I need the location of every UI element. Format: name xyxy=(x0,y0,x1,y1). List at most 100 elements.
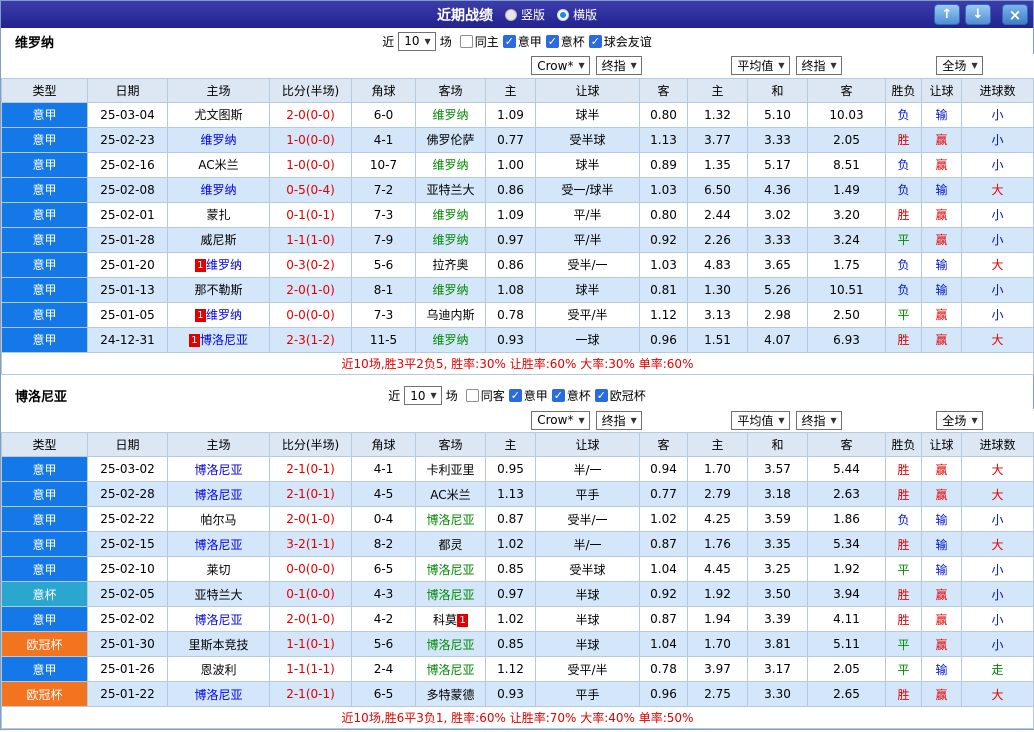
filter-checkbox[interactable]: 球会友谊 xyxy=(588,33,652,50)
win-lose-result-cell: 负 xyxy=(885,506,923,532)
euro-time-select[interactable]: 终指 xyxy=(795,56,842,76)
win-lose-result-cell: 胜 xyxy=(885,456,923,482)
team-name-link[interactable]: 亚特兰大 xyxy=(194,588,242,602)
filter-checkbox[interactable]: 意杯 xyxy=(545,33,585,50)
move-up-button[interactable]: ↑ xyxy=(934,4,960,25)
team-name-link[interactable]: 乌迪内斯 xyxy=(426,308,474,322)
checkbox-unchecked-icon[interactable] xyxy=(465,389,479,402)
filter-checkbox[interactable]: 同主 xyxy=(459,33,499,50)
win-lose-result-cell: 负 xyxy=(885,101,923,128)
team-name-link[interactable]: 博洛尼亚 xyxy=(426,638,474,652)
league-cell: 欧冠杯 xyxy=(1,631,88,657)
vertical-mode-radio[interactable]: 竖版 xyxy=(504,6,545,23)
scope-select[interactable]: 全场 xyxy=(936,56,983,76)
goals-result-cell: 小 xyxy=(961,506,1034,532)
filter-checkbox[interactable]: 意甲 xyxy=(502,33,542,50)
score-cell: 0-3(0-2) xyxy=(269,251,352,278)
team-name-link[interactable]: 亚特兰大 xyxy=(426,183,474,197)
away-team-cell: 维罗纳 xyxy=(415,201,486,228)
euro-company-select[interactable]: 平均值 xyxy=(731,410,790,430)
away-team-cell: 科莫 1 xyxy=(415,606,486,632)
team-name-link[interactable]: 维罗纳 xyxy=(200,183,236,197)
team-name-link[interactable]: 博洛尼亚 xyxy=(426,663,474,677)
team-name-link[interactable]: 博洛尼亚 xyxy=(200,333,248,347)
euro-away-odds-cell: 3.20 xyxy=(807,201,887,228)
close-button[interactable]: × xyxy=(1002,4,1028,25)
team-name-link[interactable]: 都灵 xyxy=(438,538,462,552)
team-name-link[interactable]: 维罗纳 xyxy=(432,208,468,222)
asia-company-value: Crow* xyxy=(537,413,574,428)
team-name-link[interactable]: 维罗纳 xyxy=(432,283,468,297)
recent-results-widget: 近期战绩 竖版 横版 ↑ ↓ × 维罗纳 近 10 场 同主意甲意杯球会友谊 xyxy=(0,0,1034,730)
team-name-link[interactable]: 恩波利 xyxy=(200,663,236,677)
team-name-link[interactable]: 维罗纳 xyxy=(432,233,468,247)
team-name-link[interactable]: 维罗纳 xyxy=(432,158,468,172)
asia-company-select[interactable]: Crow* xyxy=(531,56,590,76)
team-name-link[interactable]: 佛罗伦萨 xyxy=(426,133,474,147)
team-name-link[interactable]: 博洛尼亚 xyxy=(194,613,242,627)
radio-selected-icon[interactable] xyxy=(557,8,569,21)
checkbox-checked-icon[interactable] xyxy=(508,389,522,402)
score-cell: 3-2(1-1) xyxy=(269,531,352,557)
radio-unselected-icon[interactable] xyxy=(504,8,517,21)
asia-time-select[interactable]: 终指 xyxy=(595,56,642,76)
team-name-link[interactable]: 博洛尼亚 xyxy=(194,538,242,552)
checkbox-checked-icon[interactable] xyxy=(502,34,516,48)
team-name-link[interactable]: 维罗纳 xyxy=(432,333,468,347)
date-cell: 25-02-02 xyxy=(87,606,168,632)
team-name-link[interactable]: 维罗纳 xyxy=(432,108,468,122)
team-name-link[interactable]: 维罗纳 xyxy=(206,308,242,322)
filter-checkbox[interactable]: 意甲 xyxy=(508,387,548,404)
euro-time-select[interactable]: 终指 xyxy=(795,410,842,430)
team-name-link[interactable]: 拉齐奥 xyxy=(432,258,468,272)
corner-cell: 7-3 xyxy=(351,301,416,328)
checkbox-checked-icon[interactable] xyxy=(545,34,559,48)
filter-checkbox[interactable]: 意杯 xyxy=(551,387,591,404)
goals-result-cell: 小 xyxy=(961,101,1034,128)
column-header-11: 客 xyxy=(807,77,887,103)
checkbox-checked-icon[interactable] xyxy=(594,389,608,402)
away-team-cell: AC米兰 xyxy=(415,481,486,507)
team-name-link[interactable]: 科莫 xyxy=(433,613,457,627)
team-name-link[interactable]: 莱切 xyxy=(206,563,230,577)
team-name-link[interactable]: AC米兰 xyxy=(430,488,470,502)
team-name-link[interactable]: 博洛尼亚 xyxy=(194,688,242,702)
goals-result-cell: 小 xyxy=(961,126,1034,153)
match-count-select[interactable]: 10 xyxy=(398,31,436,51)
team-name-link[interactable]: 威尼斯 xyxy=(200,233,236,247)
euro-company-select[interactable]: 平均值 xyxy=(731,56,790,76)
checkbox-unchecked-icon[interactable] xyxy=(459,34,473,48)
team-name-link[interactable]: 博洛尼亚 xyxy=(426,588,474,602)
asia-time-select[interactable]: 终指 xyxy=(595,410,642,430)
score-cell: 0-5(0-4) xyxy=(269,176,352,203)
team-name-link[interactable]: 那不勒斯 xyxy=(194,283,242,297)
filter-checkbox[interactable]: 欧冠杯 xyxy=(594,387,646,404)
team-name-link[interactable]: 里斯本竞技 xyxy=(188,638,248,652)
move-down-button[interactable]: ↓ xyxy=(965,4,991,25)
team-name-link[interactable]: 博洛尼亚 xyxy=(426,513,474,527)
checkbox-checked-icon[interactable] xyxy=(588,34,602,48)
asia-away-odds-cell: 1.03 xyxy=(638,176,689,203)
away-team-cell: 维罗纳 xyxy=(415,101,486,128)
team-name-link[interactable]: 蒙扎 xyxy=(206,208,230,222)
scope-select[interactable]: 全场 xyxy=(936,410,983,430)
filter-checkbox[interactable]: 同客 xyxy=(465,387,505,404)
filter-checkbox-group: 同主 意甲 意杯 球会友谊 xyxy=(456,33,652,50)
team-name-link[interactable]: 博洛尼亚 xyxy=(194,488,242,502)
team-name-link[interactable]: AC米兰 xyxy=(198,158,238,172)
team-name-link[interactable]: 博洛尼亚 xyxy=(426,563,474,577)
checkbox-checked-icon[interactable] xyxy=(551,389,565,402)
team-name-link[interactable]: 帕尔马 xyxy=(200,513,236,527)
team-name-link[interactable]: 维罗纳 xyxy=(200,133,236,147)
match-count-select[interactable]: 10 xyxy=(404,386,442,405)
team-name-link[interactable]: 卡利亚里 xyxy=(426,463,474,477)
corner-cell: 5-6 xyxy=(351,251,416,278)
team-name-link[interactable]: 维罗纳 xyxy=(206,258,242,272)
team-name-link[interactable]: 多特蒙德 xyxy=(426,688,474,702)
horizontal-mode-radio[interactable]: 横版 xyxy=(557,6,597,23)
team-name-link[interactable]: 博洛尼亚 xyxy=(194,463,242,477)
team-name-link[interactable]: 尤文图斯 xyxy=(194,108,242,122)
asia-company-select[interactable]: Crow* xyxy=(531,410,590,430)
handicap-result-cell: 赢 xyxy=(921,151,963,178)
league-cell: 意甲 xyxy=(1,506,88,532)
